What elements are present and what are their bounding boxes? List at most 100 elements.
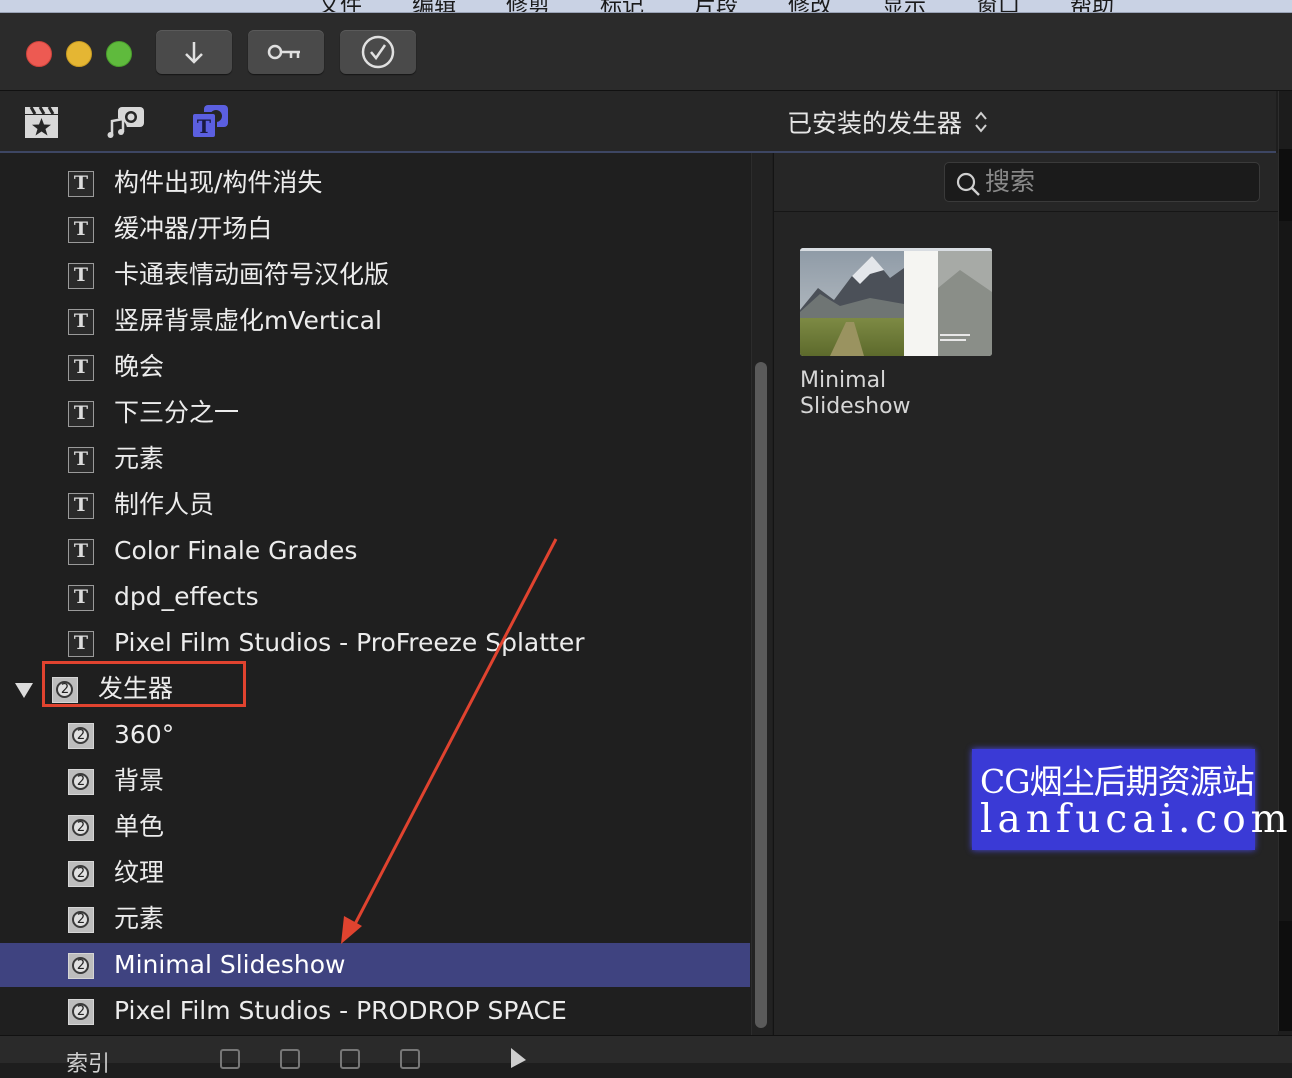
inspector-edge	[1278, 91, 1292, 1031]
close-window-button[interactable]	[26, 41, 52, 67]
list-item-label: 360°	[114, 720, 175, 749]
list-item-label: 缓冲器/开场白	[114, 214, 273, 243]
list-item-label: 晚会	[114, 352, 165, 381]
list-item-label: 下三分之一	[114, 398, 240, 427]
list-item[interactable]: 2 背景	[0, 759, 750, 803]
list-item-label: 背景	[114, 766, 165, 795]
key-icon	[267, 44, 300, 60]
generator-icon: 2	[52, 677, 78, 703]
list-item[interactable]: T Pixel Film Studios - ProFreeze Splatte…	[0, 621, 750, 665]
menu-bar: 文件 编辑 修剪 标记 片段 修改 显示 窗口 帮助	[0, 0, 1292, 13]
watermark-logo: CG烟尘后期资源站 lanfucai.com	[972, 749, 1288, 850]
list-item-label: 构件出现/构件消失	[114, 168, 323, 197]
list-item-label: Color Finale Grades	[114, 536, 358, 565]
list-item-label: 卡通表情动画符号汉化版	[114, 260, 390, 289]
search-placeholder: 搜索	[985, 167, 1036, 196]
keywords-button[interactable]	[248, 30, 324, 74]
watermark-line2: lanfucai.com	[980, 797, 1292, 842]
tool-button[interactable]	[220, 1049, 240, 1069]
list-item[interactable]: T 卡通表情动画符号汉化版	[0, 253, 750, 297]
menu-item-clip[interactable]: 片段	[694, 0, 738, 12]
list-item-label: dpd_effects	[114, 582, 259, 611]
disclosure-triangle-icon[interactable]	[15, 683, 33, 698]
menu-item-edit[interactable]: 编辑	[412, 0, 456, 12]
minimize-window-button[interactable]	[66, 41, 92, 67]
list-item-selected[interactable]: 2 Minimal Slideshow	[0, 943, 750, 987]
search-input[interactable]: 搜索	[944, 162, 1260, 202]
list-item[interactable]: 2 Pixel Film Studios - PRODROP SPACE	[0, 989, 750, 1033]
title-icon: T	[68, 171, 94, 197]
source-select[interactable]: 已安装的发生器	[787, 107, 988, 138]
watermark-line1: CG烟尘后期资源站	[980, 762, 1255, 801]
mountain-landscape-thumbnail	[800, 248, 992, 356]
list-item[interactable]: T dpd_effects	[0, 575, 750, 619]
menu-item-file[interactable]: 文件	[318, 0, 362, 12]
menu-item-window[interactable]: 窗口	[976, 0, 1020, 12]
list-item[interactable]: T 竖屏背景虚化mVertical	[0, 299, 750, 343]
list-item[interactable]: T Color Finale Grades	[0, 529, 750, 573]
title-icon: T	[68, 585, 94, 611]
list-item-label: Minimal Slideshow	[114, 950, 346, 979]
search-icon	[956, 172, 980, 196]
title-icon: T	[68, 493, 94, 519]
menu-item-help[interactable]: 帮助	[1070, 0, 1114, 12]
title-icon: T	[68, 447, 94, 473]
generator-name: Minimal Slideshow	[800, 368, 911, 419]
sidebar-list[interactable]: T 构件出现/构件消失 T 缓冲器/开场白 T 卡通表情动画符号汉化版 T 竖屏…	[0, 153, 750, 1035]
title-icon: T	[68, 263, 94, 289]
generator-browser: 搜索 Minimal Slideshow	[773, 153, 1278, 1035]
title-icon: T	[68, 217, 94, 243]
list-item-label: 单色	[114, 812, 165, 841]
search-bar: 搜索	[774, 153, 1278, 212]
generator-icon: 2	[68, 999, 94, 1025]
window-toolbar	[0, 13, 1292, 91]
svg-text:T: T	[197, 116, 211, 138]
list-item[interactable]: T 缓冲器/开场白	[0, 207, 750, 251]
generator-icon: 2	[68, 907, 94, 933]
title-icon: T	[68, 631, 94, 657]
list-item-label: 元素	[114, 904, 165, 933]
list-item[interactable]: 2 元素	[0, 897, 750, 941]
tool-button[interactable]	[400, 1049, 420, 1069]
camera-music-icon[interactable]	[104, 101, 148, 141]
generator-icon: 2	[68, 953, 94, 979]
list-item-label: 竖屏背景虚化mVertical	[114, 306, 382, 335]
list-item[interactable]: 2 纹理	[0, 851, 750, 895]
list-item[interactable]: 2 360°	[0, 713, 750, 757]
list-item[interactable]: T 元素	[0, 437, 750, 481]
generator-icon: 2	[68, 723, 94, 749]
index-button[interactable]: 索引	[66, 1046, 110, 1078]
sidebar-scrollbar-thumb[interactable]	[755, 362, 767, 1028]
menu-item-modify[interactable]: 修改	[788, 0, 832, 12]
tool-button[interactable]	[280, 1049, 300, 1069]
clapper-star-icon[interactable]	[20, 101, 64, 141]
menu-item-view[interactable]: 显示	[882, 0, 926, 12]
play-icon[interactable]	[508, 1048, 530, 1068]
import-button[interactable]	[156, 30, 232, 74]
menu-item-mark[interactable]: 标记	[600, 0, 644, 12]
list-item[interactable]: T 构件出现/构件消失	[0, 161, 750, 205]
list-item-label: 元素	[114, 444, 165, 473]
generator-icon: 2	[68, 769, 94, 795]
checkmark-circle-icon	[361, 35, 395, 69]
browser-header: T 已安装的发生器	[0, 91, 1276, 153]
generator-icon: 2	[68, 815, 94, 841]
list-item[interactable]: 2 单色	[0, 805, 750, 849]
menu-item-trim[interactable]: 修剪	[506, 0, 550, 12]
title-icon: T	[68, 539, 94, 565]
list-item-label: 纹理	[114, 858, 165, 887]
list-item[interactable]: T 制作人员	[0, 483, 750, 527]
background-tasks-button[interactable]	[340, 30, 416, 74]
zoom-window-button[interactable]	[106, 41, 132, 67]
download-arrow-icon	[185, 42, 203, 64]
list-item-label: Pixel Film Studios - ProFreeze Splatter	[114, 628, 585, 657]
up-down-chevron-icon	[975, 111, 987, 133]
source-select-value: 已安装的发生器	[787, 109, 963, 138]
tool-button[interactable]	[340, 1049, 360, 1069]
titles-icon[interactable]: T	[188, 101, 232, 141]
list-item[interactable]: T 下三分之一	[0, 391, 750, 435]
title-icon: T	[68, 309, 94, 335]
generator-thumbnail[interactable]	[800, 248, 992, 356]
list-item[interactable]: T 晚会	[0, 345, 750, 389]
title-icon: T	[68, 401, 94, 427]
